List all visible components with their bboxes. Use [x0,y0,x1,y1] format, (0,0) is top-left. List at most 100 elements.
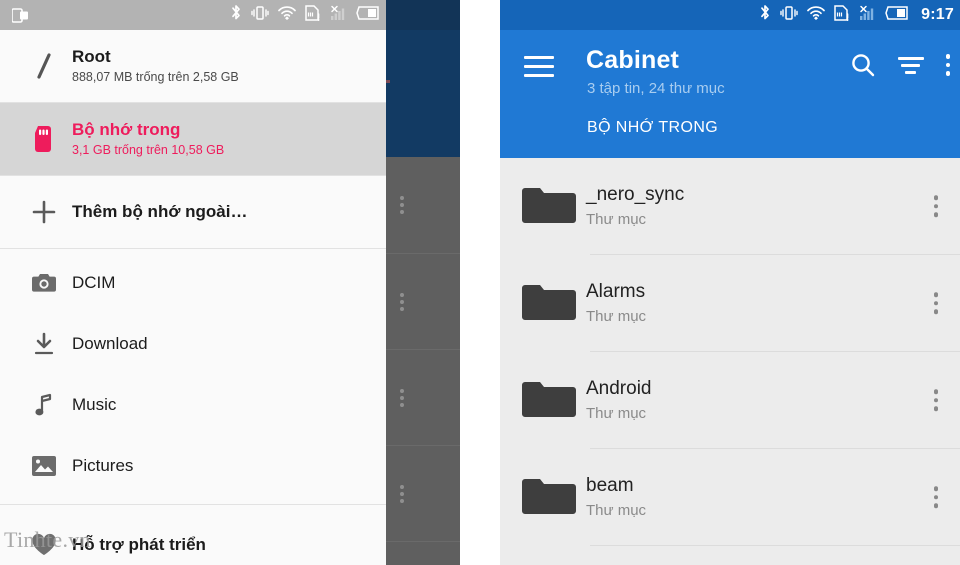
drawer-item-title: DCIM [72,272,116,292]
drawer-item-title: Download [72,333,148,353]
page-subtitle: 3 tập tin, 24 thư mục [587,80,725,97]
camera-icon [16,272,72,294]
drawer-item-add-external-text: Thêm bộ nhớ ngoài… [72,201,247,222]
divider [590,545,960,546]
overflow-menu-icon[interactable] [933,486,938,508]
drawer-item-title: Pictures [72,455,134,475]
scrim-file-list [386,157,460,565]
wifi-icon [807,5,826,26]
right-status-icons: 9:17 [759,0,954,30]
file-meta: _nero_sync Thư mục [586,184,684,228]
drawer-item-root-text: Root 888,07 MB trống trên 2,58 GB [72,46,239,86]
folder-icon [520,476,586,518]
page-title: Cabinet [586,46,680,74]
scrim-list-item[interactable] [386,445,460,541]
slash-icon [16,51,72,81]
file-list: _nero_sync Thư mục Alarms Thư mục Androi… [500,158,960,565]
left-status-bar [0,0,386,30]
file-type: Thư mục [586,307,647,325]
drawer-item-support-text: Hỗ trợ phát triển [72,534,206,555]
drawer-item-internal-storage[interactable]: Bộ nhớ trong 3,1 GB trống trên 10,58 GB [0,103,386,175]
scrim-accent-sliver [386,80,390,83]
drawer-item-title: Bộ nhớ trong [72,119,181,139]
file-row[interactable]: Alarms Thư mục [500,255,960,351]
file-type: Thư mục [586,210,647,228]
download-icon [16,332,72,356]
signal-no-service-icon [329,5,347,26]
file-type: Thư mục [586,404,647,422]
right-status-bar: 9:17 [500,0,960,30]
drawer-item-download-text: Download [72,333,148,354]
drawer-item-music-text: Music [72,394,116,415]
app-bar: Cabinet 3 tập tin, 24 thư mục BỘ NHỚ TRO… [500,30,960,158]
drawer-item-add-external-storage[interactable]: Thêm bộ nhớ ngoài… [0,176,386,248]
notification-icon [11,8,29,23]
right-phone-screen: 9:17 Cabinet 3 tập tin, 24 thư mục BỘ NH… [500,0,960,565]
overflow-menu-icon[interactable] [933,195,938,217]
heart-icon [16,533,72,557]
drawer-item-pictures[interactable]: Pictures [0,435,386,496]
left-status-icons [230,0,380,30]
screenshot-root: 9:17 Root 888,07 MB trống trên 2,58 GB B… [0,0,960,565]
divider [0,504,386,505]
vibrate-icon [251,5,269,26]
drawer-item-internal-storage-text: Bộ nhớ trong 3,1 GB trống trên 10,58 GB [72,119,224,159]
music-note-icon [16,393,72,417]
drawer-item-title: Music [72,394,117,414]
file-row[interactable]: Android Thư mục [500,352,960,448]
drawer-item-subtitle: 3,1 GB trống trên 10,58 GB [72,143,225,158]
hamburger-icon[interactable] [524,56,554,78]
search-icon[interactable] [850,52,876,78]
drawer-item-subtitle: 888,07 MB trống trên 2,58 GB [72,70,239,85]
drawer-item-title: Thêm bộ nhớ ngoài… [72,202,248,222]
scrim-list-item[interactable] [386,349,460,445]
picture-icon [16,455,72,477]
overflow-menu-icon[interactable] [400,386,404,410]
overflow-menu-icon[interactable] [400,482,404,506]
breadcrumb: BỘ NHỚ TRONG [587,119,719,136]
folder-icon [520,185,586,227]
overflow-menu-icon[interactable] [933,292,938,314]
sort-icon[interactable] [897,55,924,75]
overflow-menu-icon[interactable] [400,290,404,314]
drawer-item-dcim-text: DCIM [72,272,115,293]
overflow-menu-icon[interactable] [400,193,404,217]
navigation-drawer: 9:17 Root 888,07 MB trống trên 2,58 GB B… [0,0,386,565]
scrim-app-bar [386,30,460,157]
vibrate-icon [780,5,798,26]
drawer-item-music[interactable]: Music [0,374,386,435]
file-type: Thư mục [586,501,647,519]
status-bar-time: 9:17 [921,6,954,23]
bluetooth-icon [759,4,771,26]
overflow-menu-icon[interactable] [933,389,938,411]
file-meta: beam Thư mục [586,475,646,519]
folder-icon [520,379,586,421]
file-row[interactable]: beam Thư mục [500,449,960,545]
overflow-menu-icon[interactable] [945,54,950,76]
battery-icon [885,5,909,25]
battery-icon [356,5,380,25]
signal-no-service-icon [858,5,876,26]
folder-icon [520,282,586,324]
drawer-item-title: Root [72,46,111,66]
file-name: Android [586,378,652,400]
wifi-icon [278,5,296,26]
left-phone-screen: 9:17 Root 888,07 MB trống trên 2,58 GB B… [0,0,460,565]
scrim-list-item[interactable] [386,253,460,349]
drawer-item-download[interactable]: Download [0,313,386,374]
scrim-status-bar [386,0,460,30]
file-row[interactable]: _nero_sync Thư mục [500,158,960,254]
file-meta: Alarms Thư mục [586,281,646,325]
file-name: Alarms [586,281,646,303]
drawer-item-pictures-text: Pictures [72,455,133,476]
drawer-item-root[interactable]: Root 888,07 MB trống trên 2,58 GB [0,30,386,102]
plus-icon [16,199,72,225]
scrim-list-item[interactable] [386,157,460,253]
bluetooth-icon [230,4,242,26]
drawer-item-dcim[interactable]: DCIM [0,252,386,313]
sd-card-alert-icon [305,4,320,26]
drawer-item-title: Hỗ trợ phát triển [72,535,206,555]
drawer-item-support-development[interactable]: Hỗ trợ phát triển [0,514,386,565]
scrim-list-item[interactable] [386,541,460,565]
file-name: _nero_sync [586,184,685,206]
